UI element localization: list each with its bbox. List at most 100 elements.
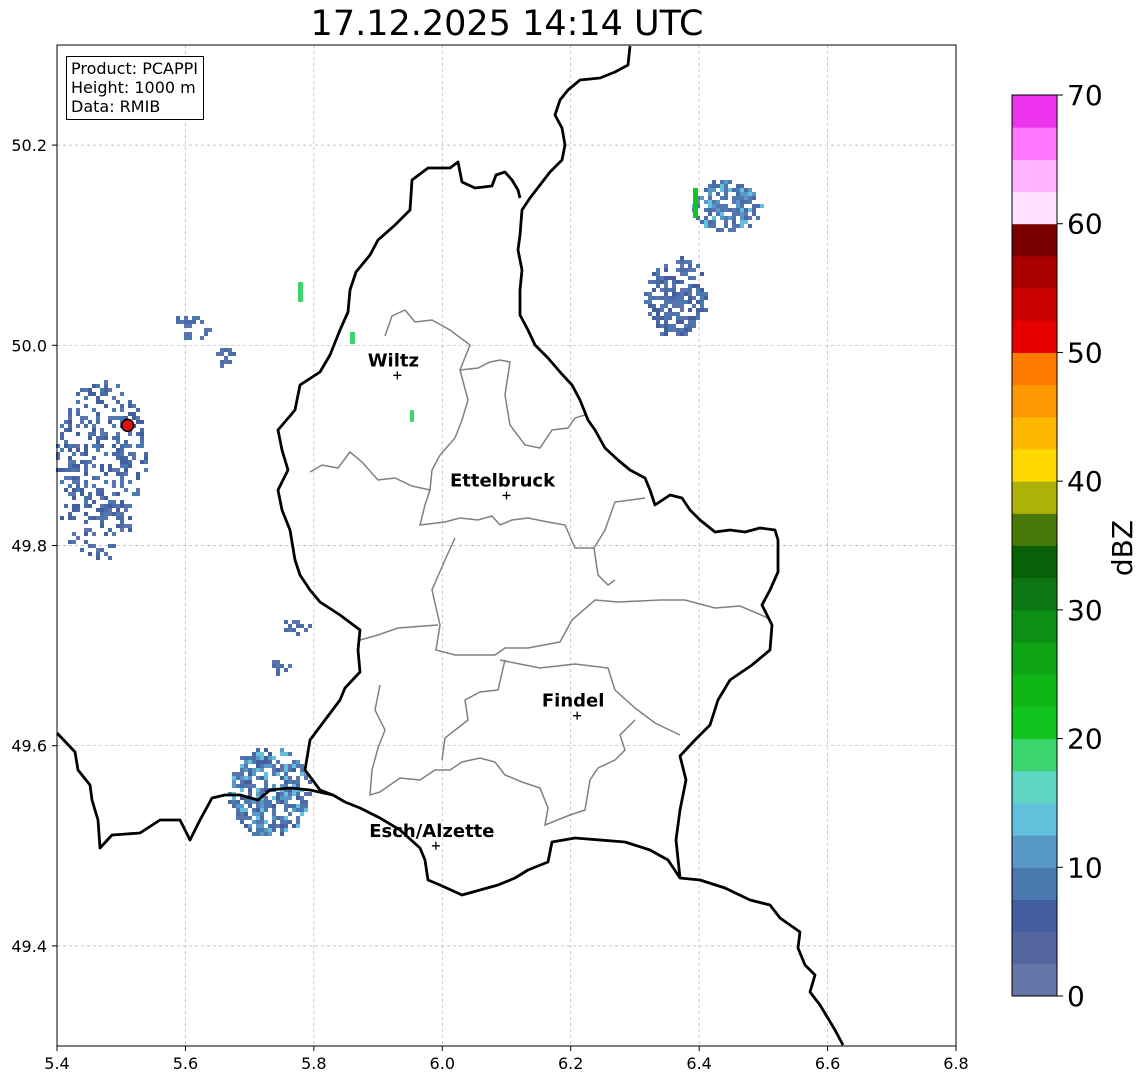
echo-pixel xyxy=(672,300,676,304)
echo-pixel xyxy=(128,452,132,456)
echo-pixel xyxy=(748,224,752,228)
echo-pixel xyxy=(732,200,736,204)
echo-pixel xyxy=(268,764,272,768)
echo-pixel xyxy=(676,328,680,332)
echo-pixel xyxy=(664,312,668,316)
echo-pixel xyxy=(684,260,688,264)
echo-pixel xyxy=(240,776,244,780)
echo-pixel xyxy=(652,280,656,284)
echo-pixel xyxy=(84,404,88,408)
echo-pixel xyxy=(60,480,64,484)
colorbar-tick-label: 50 xyxy=(1067,336,1103,369)
echo-pixel xyxy=(264,820,268,824)
echo-pixel xyxy=(100,548,104,552)
echo-pixel xyxy=(280,828,284,832)
echo-pixel xyxy=(700,288,704,292)
echo-pixel xyxy=(120,512,124,516)
x-axis-ticks: 5.4 5.6 5.8 6.0 6.2 6.4 6.6 6.8 xyxy=(44,1046,969,1073)
echo-pixel xyxy=(744,208,748,212)
echo-pixel xyxy=(120,448,124,452)
echo-pixel xyxy=(296,796,300,800)
echo-pixel xyxy=(76,448,80,452)
echo-pixel xyxy=(304,804,308,808)
echo-pixel xyxy=(296,620,300,624)
echo-pixel xyxy=(68,412,72,416)
echo-pixel xyxy=(684,316,688,320)
echo-pixel xyxy=(96,556,100,560)
echo-pixel xyxy=(76,400,80,404)
echo-pixel xyxy=(104,532,108,536)
colorbar-segment xyxy=(1012,481,1057,514)
echo-pixel xyxy=(108,528,112,532)
echo-pixel xyxy=(672,312,676,316)
echo-pixel xyxy=(96,440,100,444)
echo-pixel xyxy=(136,432,140,436)
echo-pixel xyxy=(236,808,240,812)
echo-pixel xyxy=(236,784,240,788)
echo-pixel xyxy=(124,524,128,528)
echo-pixel xyxy=(96,516,100,520)
echo-pixel xyxy=(96,552,100,556)
echo-pixel xyxy=(84,448,88,452)
echo-pixel xyxy=(656,312,660,316)
echo-pixel xyxy=(232,804,236,808)
echo-pixel xyxy=(128,528,132,532)
echo-pixel xyxy=(116,472,120,476)
echo-pixel xyxy=(280,820,284,824)
echo-pixel xyxy=(116,508,120,512)
echo-pixel xyxy=(284,796,288,800)
echo-pixel xyxy=(256,756,260,760)
colorbar-tick-label: 20 xyxy=(1067,723,1103,756)
echo-pixel xyxy=(108,420,112,424)
echo-pixel xyxy=(288,768,292,772)
echo-pixel xyxy=(240,780,244,784)
echo-pixel xyxy=(680,332,684,336)
echo-pixel xyxy=(276,664,280,668)
echo-pixel xyxy=(120,520,124,524)
echo-pixel xyxy=(700,296,704,300)
echo-pixel xyxy=(260,788,264,792)
echo-pixel xyxy=(68,468,72,472)
echo-pixel xyxy=(668,328,672,332)
echo-pixel xyxy=(128,412,132,416)
colorbar xyxy=(1011,94,1058,997)
echo-pixel xyxy=(72,460,76,464)
echo-pixel xyxy=(744,200,748,204)
echo-pixel xyxy=(292,768,296,772)
echo-pixel xyxy=(664,332,668,336)
echo-pixel xyxy=(112,436,116,440)
city-marker xyxy=(431,841,440,850)
echo-pixel xyxy=(728,180,732,184)
echo-pixel xyxy=(272,664,276,668)
echo-pixel xyxy=(256,764,260,768)
echo-pixel xyxy=(284,752,288,756)
echo-pixel xyxy=(644,300,648,304)
echo-pixel xyxy=(100,488,104,492)
echo-pixel xyxy=(84,504,88,508)
echo-pixel xyxy=(140,436,144,440)
echo-pixel xyxy=(728,216,732,220)
echo-pixel xyxy=(140,444,144,448)
echo-pixel xyxy=(120,452,124,456)
echo-pixel xyxy=(252,752,256,756)
echo-pixel xyxy=(292,792,296,796)
echo-pixel xyxy=(700,292,704,296)
echo-pixel xyxy=(720,216,724,220)
echo-pixel xyxy=(708,220,712,224)
echo-pixel xyxy=(264,804,268,808)
colorbar-segment xyxy=(1012,127,1057,160)
echo-pixel xyxy=(244,768,248,772)
echo-pixel xyxy=(232,796,236,800)
echo-pixel xyxy=(68,408,72,412)
echo-pixel xyxy=(744,192,748,196)
echo-pixel xyxy=(240,808,244,812)
echo-pixel xyxy=(76,468,80,472)
echo-pixel xyxy=(84,512,88,516)
echo-pixel xyxy=(268,800,272,804)
echo-pixel xyxy=(252,812,256,816)
echo-pixel xyxy=(648,292,652,296)
echo-pixel xyxy=(244,824,248,828)
echo-pixel xyxy=(736,224,740,228)
echo-pixel xyxy=(68,516,72,520)
echo-pixel xyxy=(748,188,752,192)
